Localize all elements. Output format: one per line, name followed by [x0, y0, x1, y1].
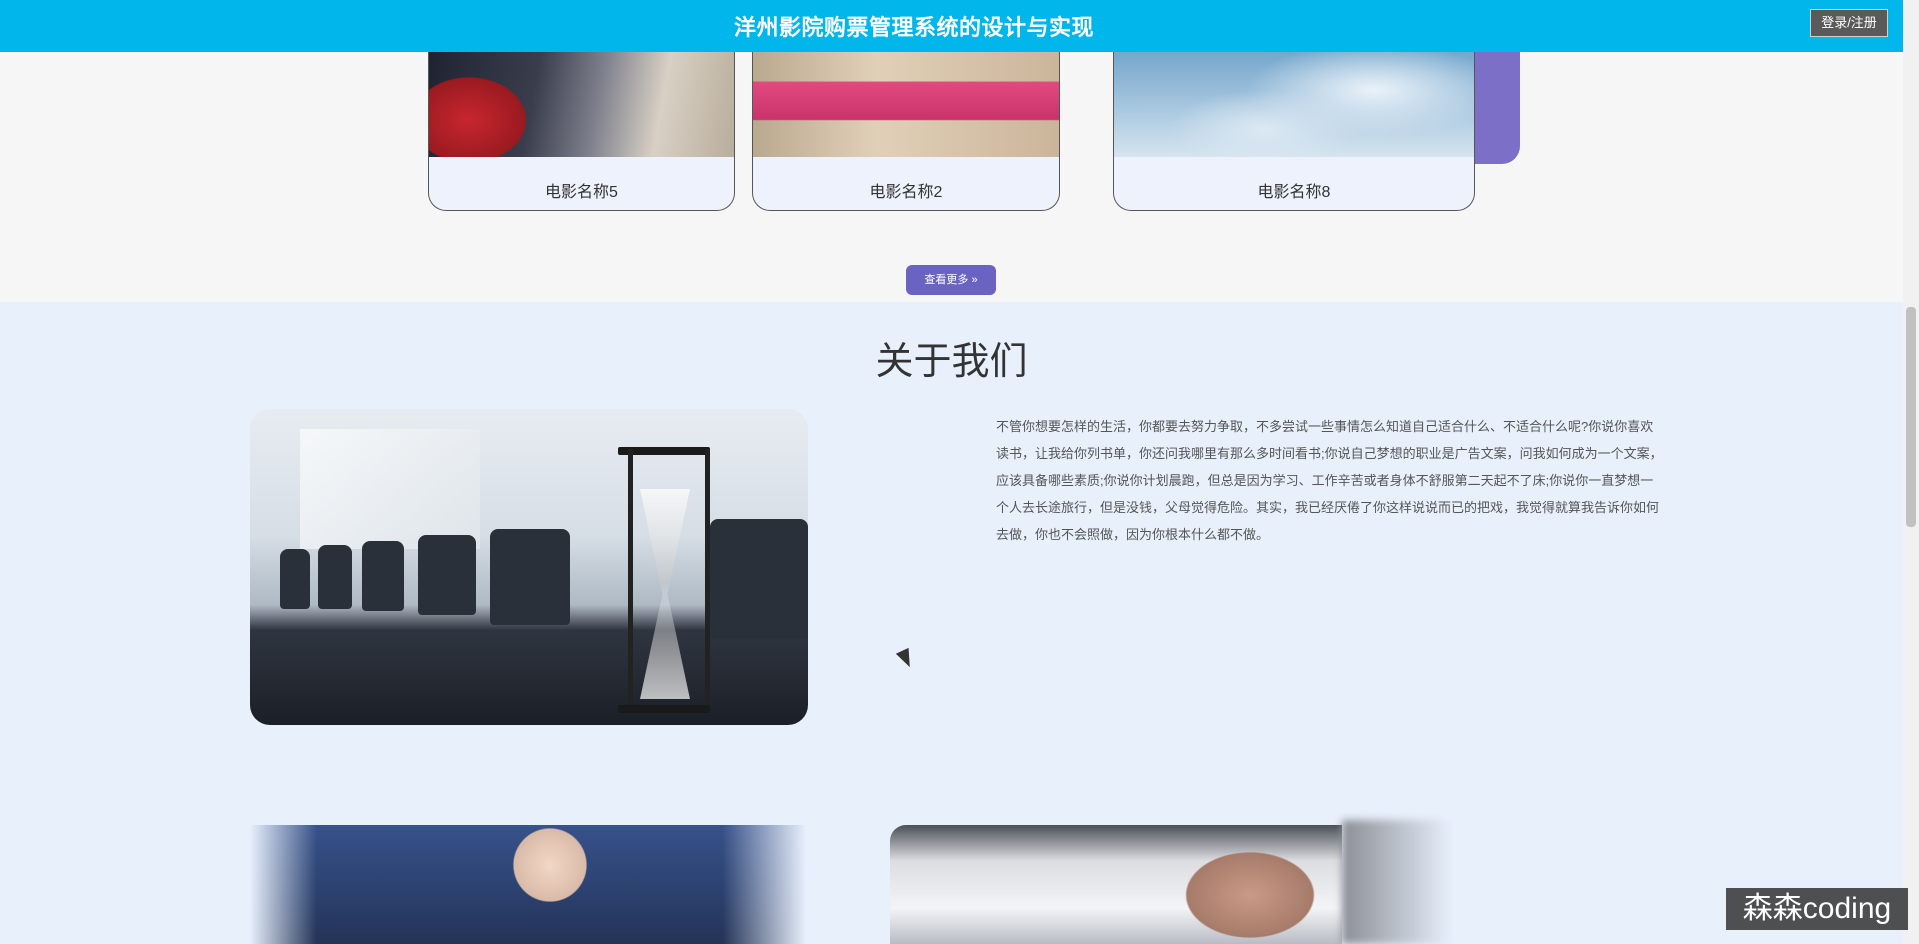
chair-shape	[418, 535, 476, 615]
site-title: 洋州影院购票管理系统的设计与实现	[734, 15, 1095, 40]
about-image	[250, 409, 808, 725]
about-description: 不管你想要怎样的生活，你都要去努力争取，不多尝试一些事情怎么知道自己适合什么、不…	[996, 419, 1663, 542]
login-register-button[interactable]: 登录/注册	[1810, 9, 1888, 37]
feature-image-documents	[890, 825, 1342, 944]
movie-title[interactable]: 电影名称8	[1114, 178, 1474, 202]
chair-shape	[710, 519, 808, 639]
movie-title[interactable]: 电影名称2	[753, 178, 1059, 202]
watermark: 森森coding	[1726, 888, 1908, 930]
about-title: 关于我们	[875, 341, 1028, 383]
feature-image-business	[250, 825, 806, 944]
top-header: 洋州影院购票管理系统的设计与实现 登录/注册	[0, 0, 1903, 52]
chair-shape	[490, 529, 570, 625]
movie-title[interactable]: 电影名称5	[429, 178, 734, 202]
vertical-scrollbar[interactable]	[1903, 0, 1919, 944]
movie-poster[interactable]	[1114, 40, 1474, 157]
hourglass-base	[618, 705, 710, 713]
image-fade	[250, 825, 806, 944]
view-more-button[interactable]: 查看更多 »	[906, 265, 996, 295]
chair-shape	[362, 541, 404, 611]
chair-shape	[280, 549, 310, 609]
scrollbar-thumb[interactable]	[1906, 307, 1916, 527]
mouse-cursor-icon	[895, 647, 917, 671]
chair-shape	[318, 545, 352, 609]
feature-image-ghost	[1342, 820, 1452, 944]
movie-card[interactable]: 电影名称5	[428, 40, 735, 211]
window-light	[300, 429, 480, 549]
movie-card[interactable]: 电影名称8	[1113, 40, 1475, 211]
movie-poster[interactable]	[753, 40, 1059, 157]
movie-card[interactable]: 电影名称2	[752, 40, 1060, 211]
movie-poster[interactable]	[429, 40, 734, 157]
